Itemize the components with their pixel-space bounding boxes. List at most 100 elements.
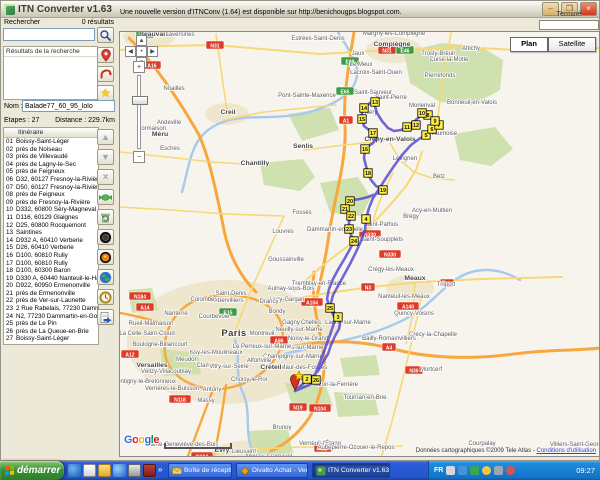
tray-icon-clock[interactable] (446, 466, 455, 475)
waypoint-row[interactable]: 05près de Feigneux (4, 168, 98, 176)
waypoint-row[interactable]: 12D25, 60800 Rocquemont (4, 222, 98, 230)
waypoint-row[interactable]: 04près de Lagny-le-Sec (4, 161, 98, 169)
pan-right-button[interactable]: ▶ (147, 46, 158, 57)
waypoint-row[interactable]: 06D32, 60127 Fresnoy-la-Rivière (4, 176, 98, 184)
waypoint-row[interactable]: 11D116, 60129 Glaignes (4, 214, 98, 222)
waypoint-row[interactable]: 09près de Fresnoy-la-Rivière (4, 199, 98, 207)
move-up-button[interactable]: ▲ (97, 129, 114, 145)
export-icon (99, 311, 112, 324)
city-label: Aulnay-sous-Bois (268, 286, 315, 292)
recycle-bin-button[interactable] (97, 209, 114, 225)
waypoint-row[interactable]: 20D922, 60950 Ermenonville (4, 282, 98, 290)
zoom-slider-handle[interactable] (132, 96, 148, 105)
language-indicator[interactable]: FR (434, 467, 443, 474)
road-badge-label: N330 (384, 252, 396, 258)
waypoint-row[interactable]: 03près de Villevaudé (4, 153, 98, 161)
tray-icon-shield[interactable] (470, 466, 479, 475)
google-logo[interactable]: Google (124, 434, 159, 446)
waypoint-row[interactable]: 27Boissy-Saint-Léger (4, 335, 98, 343)
google-earth-button[interactable] (97, 269, 114, 285)
waypoint-row[interactable]: 13Saintines (4, 229, 98, 237)
task-itn-converter[interactable]: ITN Converter v1.63 (312, 463, 390, 478)
pan-up-button[interactable]: ▲ (136, 35, 147, 46)
route-name-label: Nom : (4, 103, 23, 110)
waypoint-row[interactable]: 15D26, 60410 Verberie (4, 244, 98, 252)
waypoint-row[interactable]: 02près de Noiseau (4, 146, 98, 154)
task-inbox[interactable]: Boîte de réception - ... (168, 463, 232, 478)
map-canvas[interactable]: N31E46E19E65A1N31E15A16N330N330N3N3A140A… (120, 32, 599, 456)
folder-quicklaunch-icon[interactable] (98, 464, 111, 477)
route-name-input[interactable] (22, 100, 115, 112)
app-quicklaunch-icon[interactable] (143, 464, 156, 477)
city-label: Fosses (292, 210, 311, 216)
waypoint-row[interactable]: 26près de La Queue-en-Brie (4, 328, 98, 336)
tray-icon-search[interactable] (494, 466, 503, 475)
pan-center-button[interactable]: • (136, 46, 147, 57)
start-button[interactable]: démarrer (0, 461, 64, 480)
move-down-button[interactable]: ▼ (97, 149, 114, 165)
road-badge-label: N3 (365, 285, 372, 291)
ie-quicklaunch-icon[interactable] (68, 464, 81, 477)
search-button[interactable] (97, 27, 114, 43)
city-label: Moissy-Cramayel (246, 454, 292, 456)
tomtom-button[interactable] (97, 229, 114, 245)
city-label: Paris (221, 328, 246, 339)
map-type-plan-button[interactable]: Plan (510, 37, 548, 52)
waypoint-row[interactable]: 21près de Ermenonville (4, 290, 98, 298)
tray-icon-messenger[interactable] (482, 466, 491, 475)
candy-icon (99, 191, 112, 204)
task-divalto[interactable]: Divalto Achat - Vente... (236, 463, 308, 478)
marker-pin-button[interactable] (97, 47, 114, 63)
search-results-panel[interactable]: Résultats de la recherche (3, 46, 98, 100)
main-road (120, 207, 282, 216)
city-label: Goussainville (268, 257, 304, 263)
waypoint-list[interactable]: Itinéraire 01Boissy-Saint-Léger02près de… (3, 127, 99, 345)
quicklaunch-overflow-chevron[interactable]: » (158, 465, 162, 474)
waypoint-row[interactable]: 16D100, 60810 Rully (4, 252, 98, 260)
delete-waypoint-button[interactable]: × (97, 169, 114, 185)
gps-compass-button[interactable] (97, 289, 114, 305)
city-label: Margny-lès-Compiègne (363, 32, 426, 37)
waypoint-row[interactable]: 22près de Ver-sur-Launette (4, 297, 98, 305)
waypoint-row[interactable]: 01Boissy-Saint-Léger (4, 138, 98, 146)
road-badge-label: E65 (341, 89, 350, 95)
pan-up-icon: ▲ (139, 38, 145, 44)
zoom-in-button[interactable]: + (133, 61, 145, 73)
city-label: Champigny-sur-Marne (263, 354, 323, 360)
optimize-button[interactable] (97, 189, 114, 205)
waypoint-row[interactable]: 17D100, 60810 Rully (4, 260, 98, 268)
navigon-button[interactable] (97, 249, 114, 265)
tray-icon-network[interactable] (458, 466, 467, 475)
horn-button[interactable] (97, 66, 114, 82)
waypoint-row[interactable]: 25près de Le Pin (4, 320, 98, 328)
city-label: Lormaison (138, 126, 166, 132)
waypoint-row[interactable]: 19D330 A, 60440 Nanteuil-le-Haudouin (4, 275, 98, 283)
waypoint-row[interactable]: 08près de Feigneux (4, 191, 98, 199)
tray-icon-alert[interactable] (506, 466, 515, 475)
waypoint-row[interactable]: 10D332, 60800 Séry-Magneval (4, 206, 98, 214)
update-notice[interactable]: Une nouvelle version d'ITNConv (1.64) es… (120, 9, 402, 16)
favorites-button[interactable]: ★ (97, 85, 114, 101)
up-arrow-icon: ▲ (101, 133, 110, 142)
waypoint-list-header[interactable]: Itinéraire (4, 128, 98, 138)
waypoint-row[interactable]: 14D932 A, 60410 Verberie (4, 237, 98, 245)
zoom-slider-track[interactable] (137, 75, 141, 149)
waypoint-row[interactable]: 18D100, 60300 Baron (4, 267, 98, 275)
search-input[interactable] (3, 28, 95, 41)
recycle-bin-icon (99, 211, 112, 224)
document-quicklaunch-icon[interactable] (83, 464, 96, 477)
task-label: Boîte de réception - ... (184, 467, 232, 474)
waypoint-row[interactable]: 07D50, 60127 Fresnoy-la-Rivière (4, 184, 98, 192)
map-viewport[interactable]: N31E46E19E65A1N31E15A16N330N330N3N3A140A… (119, 31, 600, 457)
zoom-out-button[interactable]: − (133, 151, 145, 163)
waypoint-row[interactable]: 24N2, 77230 Dammartin-en-Goële (4, 313, 98, 321)
printer-quicklaunch-icon[interactable] (128, 464, 141, 477)
city-label: Bailly-Romainvilliers (362, 336, 416, 342)
clock[interactable]: 09:27 (576, 466, 595, 475)
waypoint-row[interactable]: 232 Rue Rabelais, 77230 Dammartin-en-Goë… (4, 305, 98, 313)
terms-link[interactable]: Conditions d'utilisation (536, 448, 596, 454)
map-type-satellite-button[interactable]: Satellite (548, 37, 596, 52)
export-button[interactable] (97, 309, 114, 325)
pan-left-button[interactable]: ◀ (125, 46, 136, 57)
globe-quicklaunch-icon[interactable] (113, 464, 126, 477)
